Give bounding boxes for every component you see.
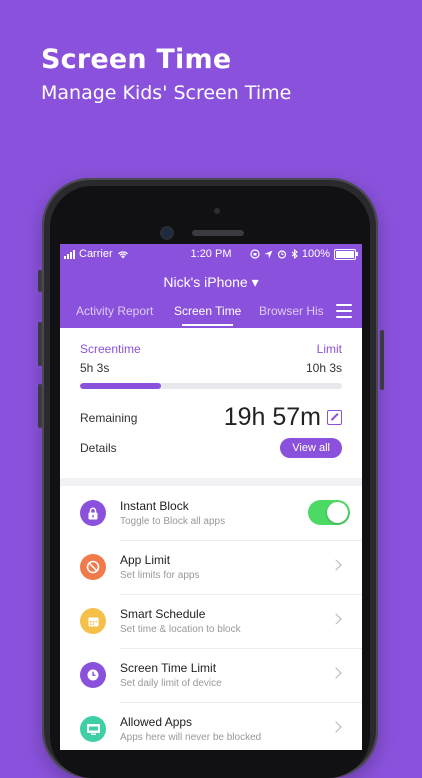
lock-icon xyxy=(80,500,106,526)
device-selector[interactable]: Nick's iPhone ▾ xyxy=(60,274,362,291)
item-title: Screen Time Limit xyxy=(120,661,217,675)
list-item-smart-schedule[interactable]: Smart Schedule Set time & location to bl… xyxy=(60,594,362,648)
list-item-instant-block: Instant Block Toggle to Block all apps xyxy=(60,486,362,540)
item-subtitle: Apps here will never be blocked xyxy=(120,732,262,743)
list-item-screen-time-limit[interactable]: Screen Time Limit Set daily limit of dev… xyxy=(60,648,362,702)
feature-list: Instant Block Toggle to Block all apps A… xyxy=(60,486,362,750)
screentime-progress-bar xyxy=(80,383,342,389)
status-bar: Carrier 1:20 PM 100% xyxy=(60,244,362,264)
view-all-button[interactable]: View all xyxy=(280,438,342,458)
remaining-label: Remaining xyxy=(80,410,138,425)
remaining-value: 19h 57m xyxy=(223,403,321,431)
instant-block-toggle[interactable] xyxy=(308,500,350,525)
volume-down-button xyxy=(38,384,42,428)
volume-up-button xyxy=(38,322,42,366)
power-button xyxy=(380,330,384,390)
prohibit-icon xyxy=(80,554,106,580)
limit-label: Limit xyxy=(316,342,342,356)
list-item-allowed-apps[interactable]: Allowed Apps Apps here will never be blo… xyxy=(60,702,362,750)
edit-limit-icon[interactable] xyxy=(327,410,342,425)
list-item-app-limit[interactable]: App Limit Set limits for apps xyxy=(60,540,362,594)
alarm-icon xyxy=(277,250,286,259)
tab-activity-report[interactable]: Activity Report xyxy=(76,304,153,318)
item-subtitle: Set limits for apps xyxy=(120,570,200,581)
limit-value: 10h 3s xyxy=(305,361,342,375)
screentime-label: Screentime xyxy=(80,342,141,356)
app-header: Carrier 1:20 PM 100% Nick's iPhone ▾ Act… xyxy=(60,244,362,328)
item-subtitle: Set daily limit of device xyxy=(120,678,222,689)
hero-title: Screen Time xyxy=(41,44,232,75)
tab-screen-time[interactable]: Screen Time xyxy=(174,304,241,326)
tab-bar: Activity Report Screen Time Browser His xyxy=(60,302,362,328)
details-label: Details xyxy=(80,441,117,455)
clock-icon xyxy=(80,662,106,688)
item-title: Allowed Apps xyxy=(120,715,193,729)
mute-switch xyxy=(38,270,42,292)
item-title: App Limit xyxy=(120,553,171,567)
hamburger-menu-icon[interactable] xyxy=(332,304,352,318)
bluetooth-icon xyxy=(291,249,298,259)
battery-percent: 100% xyxy=(301,248,330,260)
calendar-icon xyxy=(80,608,106,634)
screen-time-summary-card: Screentime Limit 5h 3s 10h 3s Remaining … xyxy=(60,328,362,478)
screentime-progress-fill xyxy=(80,383,162,389)
screen-lock-icon xyxy=(250,249,260,259)
hero-subtitle: Manage Kids' Screen Time xyxy=(41,82,292,104)
screentime-value: 5h 3s xyxy=(80,361,110,375)
earpiece-speaker xyxy=(192,230,244,236)
proximity-sensor xyxy=(214,208,220,214)
item-title: Smart Schedule xyxy=(120,607,206,621)
tab-browser-history[interactable]: Browser His xyxy=(259,304,324,318)
app-icon xyxy=(80,716,106,742)
phone-screen: Carrier 1:20 PM 100% Nick's iPhone ▾ Act… xyxy=(60,244,362,750)
front-camera-icon xyxy=(162,228,172,238)
location-icon xyxy=(264,250,273,258)
battery-icon xyxy=(334,248,358,260)
item-subtitle: Set time & location to block xyxy=(120,624,241,635)
